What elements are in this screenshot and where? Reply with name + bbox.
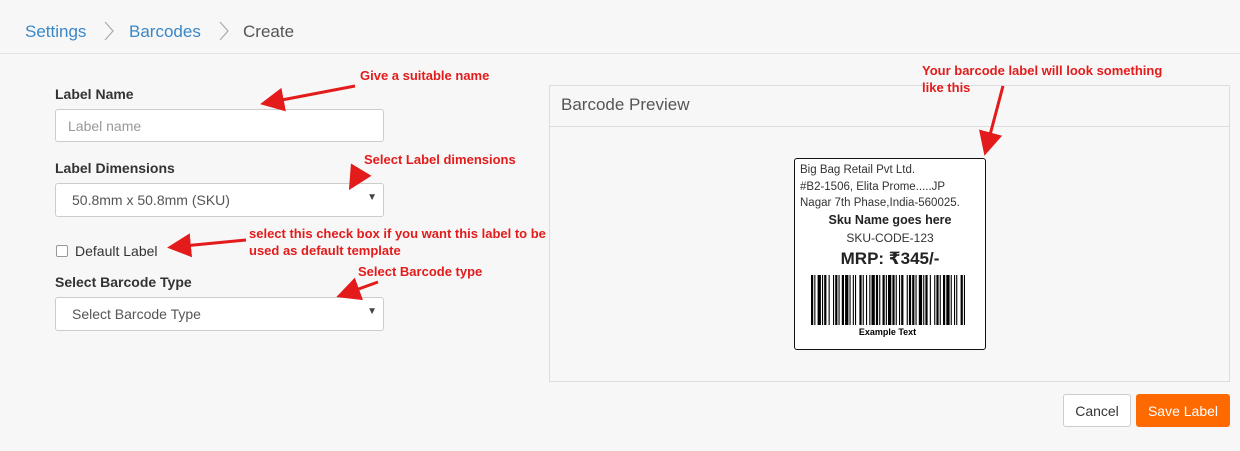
arrow-icon [336,277,379,301]
chevron-right-icon [219,21,229,41]
breadcrumb: Settings Barcodes Create [0,0,1240,54]
barcode-bars [811,275,965,325]
company-line: Big Bag Retail Pvt Ltd. [800,164,916,176]
default-label-text: Default Label [75,243,158,259]
barcode-type-value: Select Barcode Type [72,306,201,322]
caret-down-icon: ▼ [367,306,377,317]
annotation-dimensions-hint: Select Label dimensions [364,152,516,167]
label-dimensions-value: 50.8mm x 50.8mm (SKU) [72,192,230,208]
barcode-image: Example Text [805,273,970,343]
sku-name: Sku Name goes here [828,213,952,227]
barcode-type-select[interactable]: Select Barcode Type ▼ [55,297,384,331]
barcode-label-preview: Big Bag Retail Pvt Ltd. #B2-1506, Elita … [794,158,986,350]
breadcrumb-barcodes[interactable]: Barcodes [129,22,201,42]
arrow-icon [167,233,247,258]
caret-down-icon: ▼ [367,192,377,203]
chevron-right-icon [104,21,114,41]
breadcrumb-settings[interactable]: Settings [25,22,86,42]
mrp: MRP: ₹345/- [840,249,940,268]
save-label-button[interactable]: Save Label [1136,394,1230,427]
annotation-line: like this [922,80,971,95]
annotation-checkbox-hint: select this check box if you want this l… [249,225,546,259]
breadcrumb-create: Create [243,22,295,41]
label-dimensions-select[interactable]: 50.8mm x 50.8mm (SKU) ▼ [55,183,384,217]
preview-title: Barcode Preview [561,95,690,114]
annotation-name-hint: Give a suitable name [360,68,490,83]
arrow-icon [260,84,356,112]
annotation-line: select this check box if you want this l… [249,226,546,241]
label-dimensions-label: Label Dimensions [55,160,175,176]
annotation-barcode-type-hint: Select Barcode type [358,264,483,279]
annotation-line: used as default template [249,243,401,258]
default-label-checkbox[interactable] [56,245,68,257]
annotation-preview-hint: Your barcode label will look something l… [922,62,1162,96]
company-line: #B2-1506, Elita Prome.....JP [800,180,946,193]
sku-code: SKU-CODE-123 [846,231,934,245]
barcode-text: Example Text [858,327,917,337]
cancel-button[interactable]: Cancel [1063,394,1131,427]
barcode-type-label: Select Barcode Type [55,274,192,290]
company-line: Nagar 7th Phase,India-560025. [800,197,960,209]
company-address: Big Bag Retail Pvt Ltd. #B2-1506, Elita … [800,162,982,212]
annotation-line: Your barcode label will look something [922,63,1163,78]
label-name-label: Label Name [55,86,134,102]
label-name-input[interactable] [55,109,384,142]
